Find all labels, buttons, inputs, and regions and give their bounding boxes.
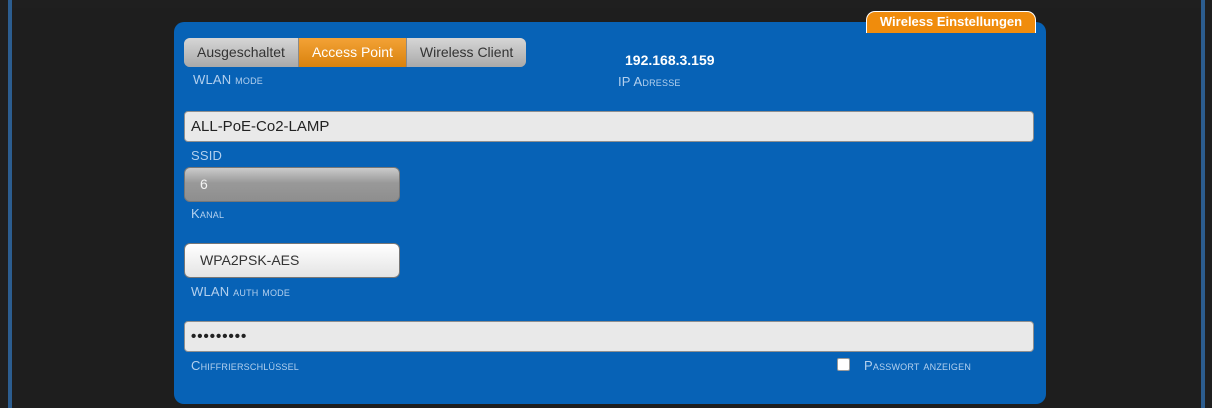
encryption-key-input[interactable] [184, 321, 1034, 352]
auth-mode-select[interactable]: WPA2PSK-AES [184, 243, 400, 278]
wlan-mode-off-button[interactable]: Ausgeschaltet [184, 38, 299, 67]
show-password-label: Passwort anzeigen [864, 358, 972, 373]
right-edge-bar [1201, 0, 1205, 408]
kanal-select-value: 6 [200, 176, 208, 192]
kanal-select[interactable]: 6 [184, 167, 400, 202]
ip-address-value: 192.168.3.159 [625, 52, 715, 68]
wlan-mode-access-point-button[interactable]: Access Point [298, 38, 407, 67]
ssid-input[interactable] [184, 111, 1034, 142]
wlan-mode-label: WLAN mode [193, 72, 263, 87]
auth-mode-select-value: WPA2PSK-AES [200, 252, 300, 268]
wlan-mode-segmented-control: Ausgeschaltet Access Point Wireless Clie… [184, 38, 527, 67]
ip-address-label: IP Adresse [618, 74, 681, 89]
kanal-label: Kanal [191, 206, 225, 221]
section-title-badge: Wireless Einstellungen [866, 11, 1036, 33]
ssid-label: SSID [191, 148, 223, 163]
show-password-checkbox[interactable] [837, 358, 850, 371]
auth-mode-label: WLAN auth mode [191, 284, 291, 299]
encryption-key-label: Chiffrierschlüssel [191, 358, 300, 373]
wlan-mode-wireless-client-button[interactable]: Wireless Client [406, 38, 527, 67]
